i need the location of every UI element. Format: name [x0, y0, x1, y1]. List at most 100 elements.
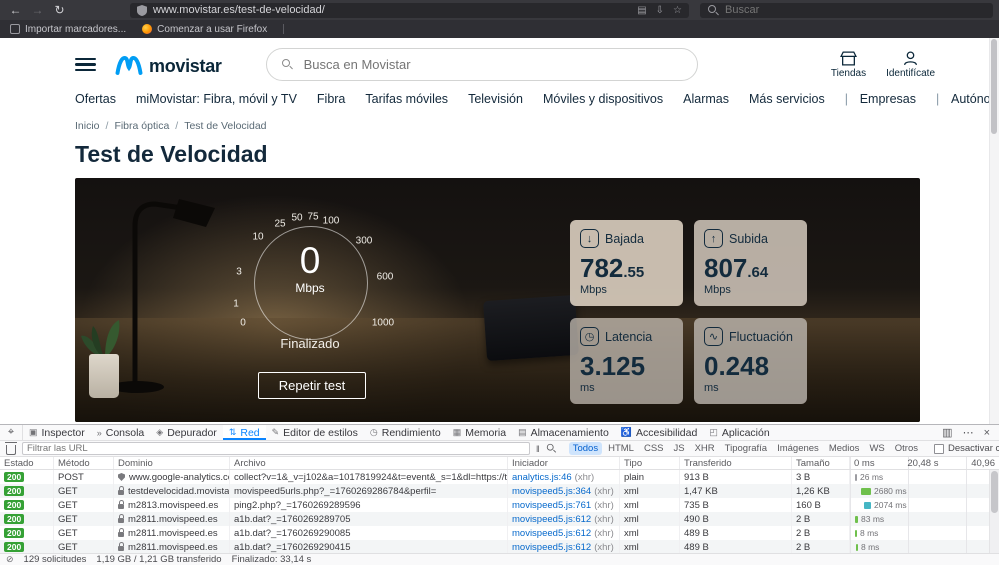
- column-header[interactable]: Estado: [0, 457, 54, 469]
- nav-item[interactable]: miMovistar: Fibra, móvil y TV: [136, 92, 297, 106]
- nav-item[interactable]: Empresas: [845, 92, 916, 106]
- reader-mode-icon[interactable]: ▤: [637, 5, 646, 16]
- initiator-link[interactable]: movispeed5.js:612: [512, 542, 591, 553]
- type-cell: xml: [620, 526, 680, 540]
- browser-search-bar[interactable]: [700, 3, 993, 18]
- movistar-logo[interactable]: movistar: [114, 54, 222, 76]
- initiator-link[interactable]: analytics.js:46: [512, 472, 572, 483]
- column-header[interactable]: Dominio: [114, 457, 230, 469]
- stores-button[interactable]: Tiendas: [831, 51, 866, 79]
- column-header[interactable]: Iniciador: [508, 457, 620, 469]
- nav-item[interactable]: Tarifas móviles: [365, 92, 448, 106]
- url-filter-input[interactable]: [27, 443, 525, 454]
- breadcrumb-item[interactable]: Fibra óptica: [114, 120, 178, 132]
- reload-button[interactable]: ↻: [50, 0, 69, 20]
- nav-item[interactable]: Más servicios: [749, 92, 825, 106]
- method-cell: GET: [54, 512, 114, 526]
- user-icon: [902, 51, 919, 66]
- network-request-row[interactable]: 200 GET m2811.movispeed.es a1b.dat?_=176…: [0, 540, 999, 554]
- network-request-row[interactable]: 200 GET m2811.movispeed.es a1b.dat?_=176…: [0, 512, 999, 526]
- size-cell: 2 B: [792, 512, 850, 526]
- type-filter-button[interactable]: Imágenes: [773, 442, 823, 455]
- devtools-close-icon[interactable]: ×: [984, 427, 990, 439]
- column-header[interactable]: Método: [54, 457, 114, 469]
- disable-cache-toggle[interactable]: Desactivar caché: [934, 443, 999, 454]
- clear-requests-icon[interactable]: [6, 445, 16, 455]
- network-request-row[interactable]: 200 GET m2813.movispeed.es ping2.php?_=1…: [0, 498, 999, 512]
- network-request-row[interactable]: 200 GET m2811.movispeed.es a1b.dat?_=176…: [0, 526, 999, 540]
- bookmark-import[interactable]: Importar marcadores...: [10, 24, 126, 35]
- devtools-tab[interactable]: » Consola: [91, 425, 151, 440]
- url-input[interactable]: [153, 4, 631, 16]
- bookmark-star-icon[interactable]: ☆: [673, 5, 682, 16]
- url-filter[interactable]: [22, 442, 530, 455]
- nav-item[interactable]: Fibra: [317, 92, 345, 106]
- bookmark-firefox-start[interactable]: Comenzar a usar Firefox: [142, 24, 267, 35]
- type-filter-button[interactable]: Otros: [891, 442, 922, 455]
- pause-recording-icon[interactable]: ‖: [536, 444, 540, 454]
- save-to-pocket-icon[interactable]: ⇩: [656, 5, 664, 16]
- nav-item[interactable]: Móviles y dispositivos: [543, 92, 663, 106]
- type-filter-button[interactable]: Medios: [825, 442, 864, 455]
- devtools-scrollbar[interactable]: [989, 470, 999, 553]
- devtools-tab[interactable]: ◈ Depurador: [150, 425, 223, 440]
- login-button[interactable]: Identifícate: [886, 51, 935, 79]
- devtools-tab[interactable]: ♿ Accesibilidad: [615, 425, 704, 440]
- hamburger-menu-icon[interactable]: [75, 58, 96, 72]
- devtools-tab[interactable]: ◰ Aplicación: [703, 425, 775, 440]
- column-header[interactable]: Tipo: [620, 457, 680, 469]
- type-filter-button[interactable]: CSS: [640, 442, 668, 455]
- devtools-menu-icon[interactable]: ⋯: [963, 426, 974, 439]
- column-header[interactable]: Archivo: [230, 457, 508, 469]
- devtools-tab[interactable]: ⇅ Red: [223, 425, 266, 440]
- pick-element-icon[interactable]: ⌖: [0, 425, 23, 440]
- network-request-row[interactable]: 200 GET testdevelocidad.movistar.es movi…: [0, 484, 999, 498]
- bookmarks-separator: [283, 24, 284, 34]
- devtools-tab[interactable]: ▤ Almacenamiento: [512, 425, 615, 440]
- waterfall-cell: 8 ms: [850, 526, 999, 540]
- repeat-test-button[interactable]: Repetir test: [258, 372, 366, 399]
- responsive-mode-icon[interactable]: ▥: [942, 426, 952, 439]
- type-filter-button[interactable]: XHR: [691, 442, 719, 455]
- type-filter-button[interactable]: HTML: [604, 442, 638, 455]
- size-cell: 3 B: [792, 470, 850, 484]
- network-request-row[interactable]: 200 POST www.google-analytics.com collec…: [0, 470, 999, 484]
- method-cell: POST: [54, 470, 114, 484]
- method-cell: GET: [54, 540, 114, 554]
- page-scrollbar[interactable]: [989, 38, 999, 424]
- breadcrumb-item[interactable]: Test de Velocidad: [184, 120, 266, 132]
- type-filter-button[interactable]: Todos: [569, 442, 602, 455]
- initiator-link[interactable]: movispeed5.js:612: [512, 528, 591, 539]
- gauge-tick-label: 1000: [372, 318, 394, 329]
- timeline-header[interactable]: 0 ms 20,48 s 40,96: [850, 457, 999, 469]
- search-requests-icon[interactable]: [547, 444, 556, 453]
- devtools-tab[interactable]: ✎ Editor de estilos: [266, 425, 364, 440]
- breadcrumb-item[interactable]: Inicio: [75, 120, 108, 132]
- forward-button[interactable]: →: [28, 0, 47, 20]
- gauge-tick-label: 0: [240, 318, 246, 329]
- site-search[interactable]: [266, 48, 698, 81]
- site-search-input[interactable]: [302, 56, 682, 73]
- waterfall-bar: [856, 544, 858, 551]
- initiator-link[interactable]: movispeed5.js:761: [512, 500, 591, 511]
- type-filter-button[interactable]: JS: [670, 442, 689, 455]
- url-bar[interactable]: ▤ ⇩ ☆: [130, 3, 689, 18]
- nav-item[interactable]: Ofertas: [75, 92, 116, 106]
- type-filter-button[interactable]: WS: [865, 442, 888, 455]
- back-button[interactable]: ←: [6, 0, 25, 20]
- tracking-protection-shield-icon[interactable]: [137, 5, 147, 16]
- browser-search-input[interactable]: [725, 4, 985, 16]
- initiator-link[interactable]: movispeed5.js:364: [512, 486, 591, 497]
- column-header[interactable]: Tamaño: [792, 457, 850, 469]
- network-status-bar: ⊘ 129 solicitudes 1,19 GB / 1,21 GB tran…: [0, 553, 999, 565]
- devtools-tab[interactable]: ◷ Rendimiento: [364, 425, 447, 440]
- domain-security-icon: [118, 546, 124, 551]
- nav-item[interactable]: Televisión: [468, 92, 523, 106]
- browser-window: ← → ↻ ▤ ⇩ ☆ Importar marcadores... Come: [0, 0, 999, 565]
- initiator-link[interactable]: movispeed5.js:612: [512, 514, 591, 525]
- type-filter-button[interactable]: Tipografía: [721, 442, 771, 455]
- devtools-tab[interactable]: ▦ Memoria: [447, 425, 512, 440]
- column-header[interactable]: Transferido: [680, 457, 792, 469]
- nav-item[interactable]: Alarmas: [683, 92, 729, 106]
- devtools-tab[interactable]: ▣ Inspector: [23, 425, 91, 440]
